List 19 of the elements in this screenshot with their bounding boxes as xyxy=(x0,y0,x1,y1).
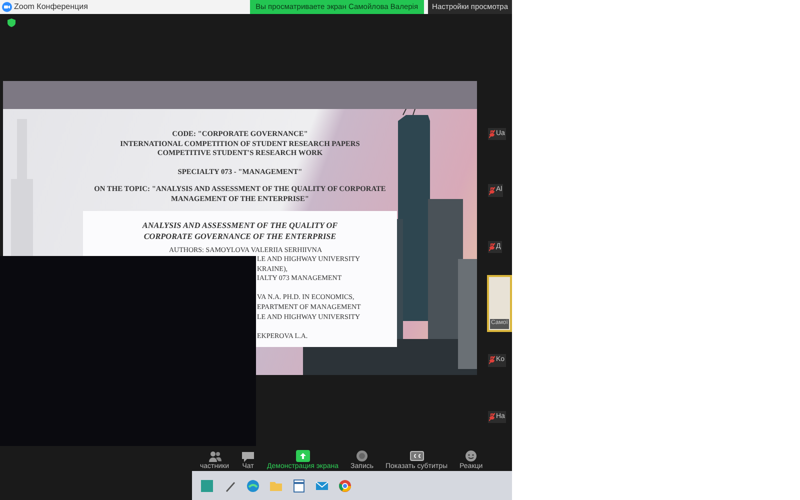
slide-title: ANALYSIS AND ASSESSMENT OF THE QUALITY OF CORPORATE GOVERNANCE OF THE ENTERPRISE xyxy=(141,220,339,242)
smiley-icon xyxy=(464,450,478,462)
browser-icon[interactable] xyxy=(338,478,352,492)
record-icon xyxy=(355,450,370,462)
participants-icon xyxy=(208,450,222,462)
calendar-icon[interactable] xyxy=(292,478,306,492)
chat-icon xyxy=(241,450,255,462)
globe-icon[interactable] xyxy=(246,478,260,492)
muted-mic-icon xyxy=(489,356,495,364)
app-tile-icon[interactable] xyxy=(200,478,214,492)
window-title: Zoom Конференция xyxy=(14,1,88,13)
share-screen-icon xyxy=(296,450,310,462)
shield-icon xyxy=(7,18,16,27)
muted-mic-icon xyxy=(489,130,495,138)
muted-mic-icon xyxy=(489,186,495,195)
captions-icon xyxy=(410,450,424,462)
muted-mic-icon xyxy=(489,412,495,421)
mail-icon[interactable] xyxy=(315,478,329,492)
muted-mic-icon xyxy=(489,243,495,252)
